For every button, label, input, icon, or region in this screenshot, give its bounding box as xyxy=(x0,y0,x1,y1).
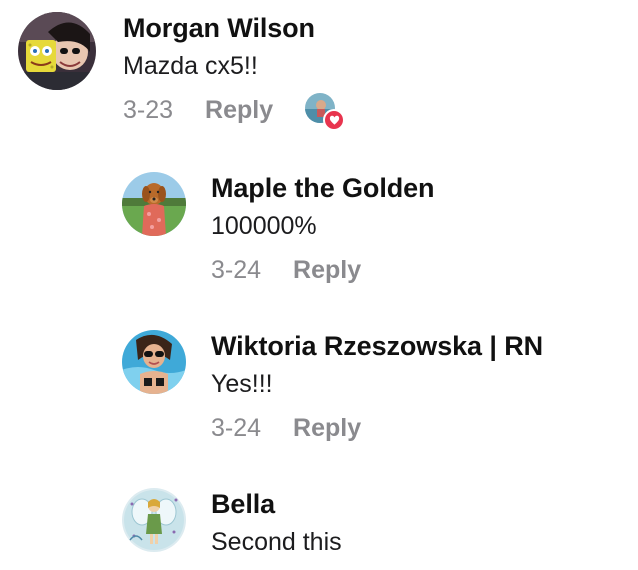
comment-meta: 3-24 Reply xyxy=(211,411,543,445)
reply-button[interactable]: Reply xyxy=(205,95,273,125)
comment-text: Second this xyxy=(211,528,342,556)
avatar[interactable] xyxy=(122,172,186,236)
avatar[interactable] xyxy=(18,12,96,90)
creator-reaction xyxy=(305,93,346,131)
comment-author[interactable]: Wiktoria Rzeszowska | RN xyxy=(211,330,543,362)
reply-comment-item: Maple the Golden 100000% 3-24 Reply xyxy=(122,172,622,302)
avatar[interactable] xyxy=(122,488,186,552)
reply-button[interactable]: Reply xyxy=(293,255,361,285)
comment-item: Morgan Wilson Mazda cx5!! 3-23 Reply xyxy=(18,12,618,142)
fairy-illustration-avatar-icon xyxy=(122,488,186,552)
reply-comment-item: Bella Second this xyxy=(122,488,622,570)
comment-date: 3-24 xyxy=(211,414,262,442)
person-with-sponge-mask-avatar-icon xyxy=(18,12,96,90)
woman-sunglasses-pool-avatar-icon xyxy=(122,330,186,394)
comment-author[interactable]: Bella xyxy=(211,488,342,520)
comment-text: 100000% xyxy=(211,212,317,240)
comment-date: 3-24 xyxy=(211,256,262,284)
comment-meta: 3-23 Reply xyxy=(123,93,346,131)
golden-retriever-avatar-icon xyxy=(122,172,186,236)
comment-date: 3-23 xyxy=(123,96,174,124)
comment-text: Yes!!! xyxy=(211,370,273,398)
comment-meta: 3-24 Reply xyxy=(211,253,434,287)
comment-text: Mazda cx5!! xyxy=(123,52,258,80)
reply-button[interactable]: Reply xyxy=(293,413,361,443)
reply-comment-item: Wiktoria Rzeszowska | RN Yes!!! 3-24 Rep… xyxy=(122,330,622,460)
comment-author[interactable]: Maple the Golden xyxy=(211,172,435,204)
heart-icon xyxy=(323,109,346,131)
avatar[interactable] xyxy=(122,330,186,394)
comment-author[interactable]: Morgan Wilson xyxy=(123,12,339,44)
